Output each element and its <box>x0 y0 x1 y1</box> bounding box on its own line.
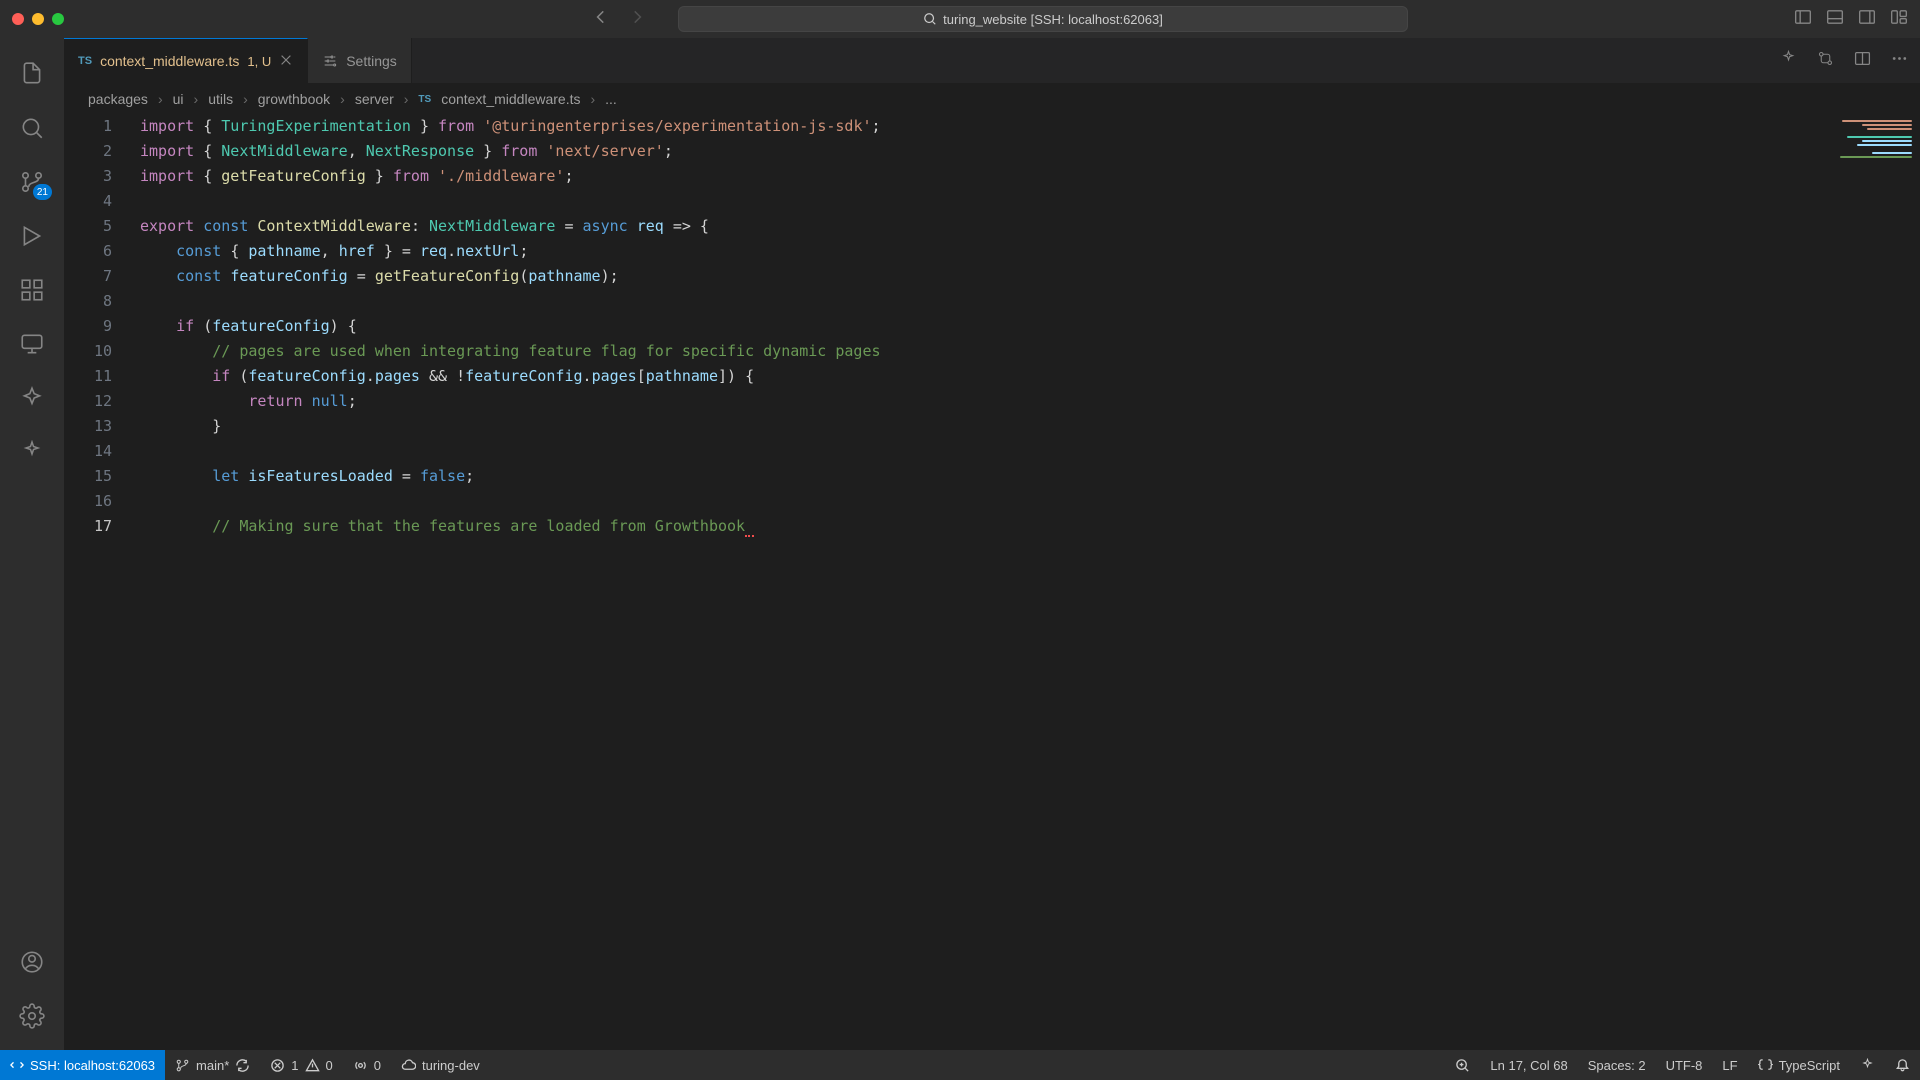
editor-region: TS context_middleware.ts 1, U Settings p… <box>64 38 1920 1050</box>
editor-actions <box>1780 38 1908 83</box>
branch-icon <box>175 1058 190 1073</box>
status-notifications[interactable] <box>1885 1058 1920 1073</box>
zoom-icon <box>1455 1058 1470 1073</box>
activity-bar: 21 <box>0 38 64 1050</box>
status-problems[interactable]: 1 0 <box>260 1050 342 1080</box>
nav-forward-icon[interactable] <box>628 8 646 31</box>
minimize-window[interactable] <box>32 13 44 25</box>
crumb[interactable]: growthbook <box>258 91 330 107</box>
extensions-icon <box>19 277 45 303</box>
status-eol[interactable]: LF <box>1712 1058 1747 1073</box>
tab-settings-label: Settings <box>346 53 397 69</box>
diff-action-icon[interactable] <box>1817 50 1834 72</box>
error-icon <box>270 1058 285 1073</box>
search-icon <box>19 115 45 141</box>
activity-remote-explorer[interactable] <box>8 320 56 368</box>
cloud-icon <box>401 1058 416 1073</box>
activity-source-control[interactable]: 21 <box>8 158 56 206</box>
crumb[interactable]: packages <box>88 91 148 107</box>
titlebar-actions <box>1794 8 1908 31</box>
status-spaces[interactable]: Spaces: 2 <box>1578 1058 1656 1073</box>
status-zoom[interactable] <box>1445 1058 1480 1073</box>
remote-indicator-icon <box>10 1058 24 1072</box>
play-bug-icon <box>19 223 45 249</box>
radio-icon <box>353 1058 368 1073</box>
editor-tabs: TS context_middleware.ts 1, U Settings <box>64 38 1920 84</box>
sparkles-icon <box>19 385 45 411</box>
tab-settings[interactable]: Settings <box>308 38 412 83</box>
toggle-primary-sidebar-icon[interactable] <box>1794 8 1812 31</box>
status-remote[interactable]: SSH: localhost:62063 <box>0 1050 165 1080</box>
status-encoding[interactable]: UTF-8 <box>1656 1058 1713 1073</box>
activity-explorer[interactable] <box>8 50 56 98</box>
ts-file-icon: TS <box>78 55 92 67</box>
titlebar: turing_website [SSH: localhost:62063] <box>0 0 1920 38</box>
sparkle-action-icon[interactable] <box>1780 50 1797 72</box>
activity-ai[interactable] <box>8 428 56 476</box>
tab-file[interactable]: TS context_middleware.ts 1, U <box>64 38 308 83</box>
customize-layout-icon[interactable] <box>1890 8 1908 31</box>
crumb[interactable]: server <box>355 91 394 107</box>
sync-icon[interactable] <box>235 1058 250 1073</box>
tab-filename: context_middleware.ts <box>100 53 239 69</box>
crumb[interactable]: ui <box>173 91 184 107</box>
brackets-icon <box>1758 1058 1773 1073</box>
bell-icon <box>1895 1058 1910 1073</box>
code-editor[interactable]: 123 456 789 101112 131415 1617 import { … <box>64 114 1920 1050</box>
line-gutter: 123 456 789 101112 131415 1617 <box>64 114 140 1050</box>
command-center[interactable]: turing_website [SSH: localhost:62063] <box>678 6 1408 32</box>
gear-icon <box>19 1003 45 1029</box>
status-language[interactable]: TypeScript <box>1748 1058 1850 1073</box>
status-cursor[interactable]: Ln 17, Col 68 <box>1480 1058 1577 1073</box>
warning-icon <box>305 1058 320 1073</box>
activity-search[interactable] <box>8 104 56 152</box>
files-icon <box>19 61 45 87</box>
breadcrumbs[interactable]: packages› ui› utils› growthbook› server›… <box>64 84 1920 114</box>
activity-extensions[interactable] <box>8 266 56 314</box>
tab-status: 1, U <box>247 54 271 69</box>
crumb-tail[interactable]: ... <box>605 91 617 107</box>
status-copilot[interactable] <box>1850 1058 1885 1073</box>
window-controls <box>12 13 64 25</box>
nav-back-icon[interactable] <box>592 8 610 31</box>
search-icon <box>923 12 937 26</box>
sparkle-icon <box>1860 1058 1875 1073</box>
maximize-window[interactable] <box>52 13 64 25</box>
activity-accounts[interactable] <box>8 938 56 986</box>
status-env[interactable]: turing-dev <box>391 1050 490 1080</box>
sliders-icon <box>322 53 338 69</box>
status-branch[interactable]: main* <box>165 1050 260 1080</box>
close-icon[interactable] <box>279 53 293 70</box>
close-window[interactable] <box>12 13 24 25</box>
scm-badge: 21 <box>33 184 52 200</box>
nav-arrows <box>592 8 646 31</box>
split-editor-icon[interactable] <box>1854 50 1871 72</box>
command-center-text: turing_website [SSH: localhost:62063] <box>943 12 1163 27</box>
crumb-file[interactable]: context_middleware.ts <box>441 91 580 107</box>
ts-file-icon: TS <box>418 94 431 105</box>
remote-icon <box>19 331 45 357</box>
main: 21 TS context_m <box>0 38 1920 1050</box>
activity-run-debug[interactable] <box>8 212 56 260</box>
more-actions-icon[interactable] <box>1891 50 1908 72</box>
minimap[interactable] <box>1800 114 1920 1050</box>
crumb[interactable]: utils <box>208 91 233 107</box>
sparkle-icon <box>20 440 44 464</box>
activity-extra[interactable] <box>8 374 56 422</box>
toggle-panel-icon[interactable] <box>1826 8 1844 31</box>
toggle-secondary-sidebar-icon[interactable] <box>1858 8 1876 31</box>
code-content[interactable]: import { TuringExperimentation } from '@… <box>140 114 1920 1050</box>
statusbar: SSH: localhost:62063 main* 1 0 0 turing-… <box>0 1050 1920 1080</box>
activity-settings[interactable] <box>8 992 56 1040</box>
status-ports[interactable]: 0 <box>343 1050 391 1080</box>
account-icon <box>19 949 45 975</box>
